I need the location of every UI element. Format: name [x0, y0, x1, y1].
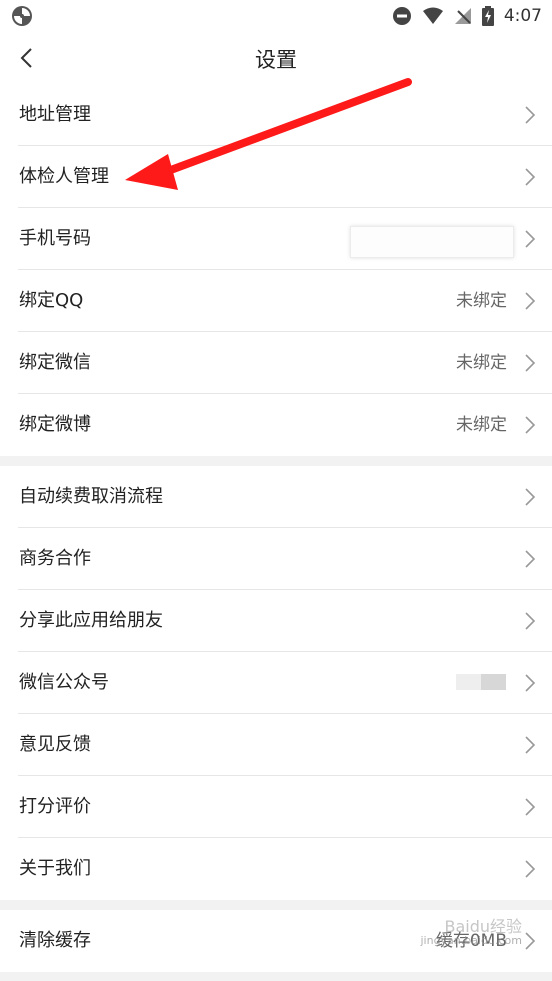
watermark-url: jingyan.baidu.com: [420, 934, 522, 947]
redacted-account-value: [456, 674, 506, 690]
watermark: Baidu经验 jingyan.baidu.com: [420, 917, 522, 948]
chevron-right-icon: [525, 612, 536, 630]
chevron-right-icon: [525, 168, 536, 186]
chevron-right-icon: [525, 932, 536, 950]
battery-charging-icon: [481, 6, 494, 26]
row-label: 绑定QQ: [19, 290, 84, 311]
row-label: 地址管理: [19, 104, 91, 125]
row-value: 未绑定: [456, 291, 507, 311]
status-time: 4:07: [503, 6, 542, 26]
chevron-right-icon: [525, 798, 536, 816]
row-label: 清除缓存: [19, 930, 91, 951]
row-phone-number[interactable]: 手机号码: [0, 208, 552, 270]
row-examinee-management[interactable]: 体检人管理: [0, 146, 552, 208]
row-address-management[interactable]: 地址管理: [0, 84, 552, 146]
row-label: 手机号码: [19, 228, 91, 249]
row-bind-qq[interactable]: 绑定QQ 未绑定: [0, 270, 552, 332]
wifi-icon: [422, 7, 443, 24]
row-business-cooperation[interactable]: 商务合作: [0, 528, 552, 590]
chevron-right-icon: [525, 416, 536, 434]
row-share-app[interactable]: 分享此应用给朋友: [0, 590, 552, 652]
row-label: 体检人管理: [19, 166, 109, 187]
row-label: 自动续费取消流程: [19, 486, 163, 507]
chevron-right-icon: [525, 860, 536, 878]
row-label: 意见反馈: [19, 734, 91, 755]
row-value: 未绑定: [456, 415, 507, 435]
row-label: 绑定微博: [19, 414, 91, 435]
chevron-right-icon: [525, 736, 536, 754]
nav-bar: 设置: [0, 32, 552, 84]
row-rate-app[interactable]: 打分评价: [0, 776, 552, 838]
row-label: 关于我们: [19, 858, 91, 879]
settings-group-account: 地址管理 体检人管理 手机号码 绑定QQ 未绑定 绑定微信 未绑定 绑定微博 未…: [0, 84, 552, 456]
row-value: 未绑定: [456, 353, 507, 373]
row-auto-renew-cancel[interactable]: 自动续费取消流程: [0, 466, 552, 528]
chevron-right-icon: [525, 488, 536, 506]
chevron-right-icon: [525, 674, 536, 692]
row-bind-weibo[interactable]: 绑定微博 未绑定: [0, 394, 552, 456]
page-title: 设置: [255, 48, 297, 72]
row-label: 微信公众号: [19, 672, 109, 693]
status-bar: 4:07: [0, 0, 552, 32]
signal-off-icon: [454, 8, 471, 24]
settings-group-about: 自动续费取消流程 商务合作 分享此应用给朋友 微信公众号 意见反馈 打分评价 关…: [0, 466, 552, 900]
chevron-right-icon: [525, 106, 536, 124]
watermark-logo: Baidu经验: [444, 917, 522, 936]
row-wechat-official-account[interactable]: 微信公众号: [0, 652, 552, 714]
row-label: 绑定微信: [19, 352, 91, 373]
chevron-right-icon: [525, 292, 536, 310]
row-label: 分享此应用给朋友: [19, 610, 163, 631]
row-label: 商务合作: [19, 548, 91, 569]
app-circle-icon: [12, 6, 32, 26]
chevron-right-icon: [525, 230, 536, 248]
chevron-right-icon: [525, 354, 536, 372]
row-bind-wechat[interactable]: 绑定微信 未绑定: [0, 332, 552, 394]
row-feedback[interactable]: 意见反馈: [0, 714, 552, 776]
redacted-phone-value: [350, 226, 514, 258]
do-not-disturb-icon: [392, 7, 411, 25]
chevron-right-icon: [525, 550, 536, 568]
row-about-us[interactable]: 关于我们: [0, 838, 552, 900]
row-label: 打分评价: [19, 796, 91, 817]
